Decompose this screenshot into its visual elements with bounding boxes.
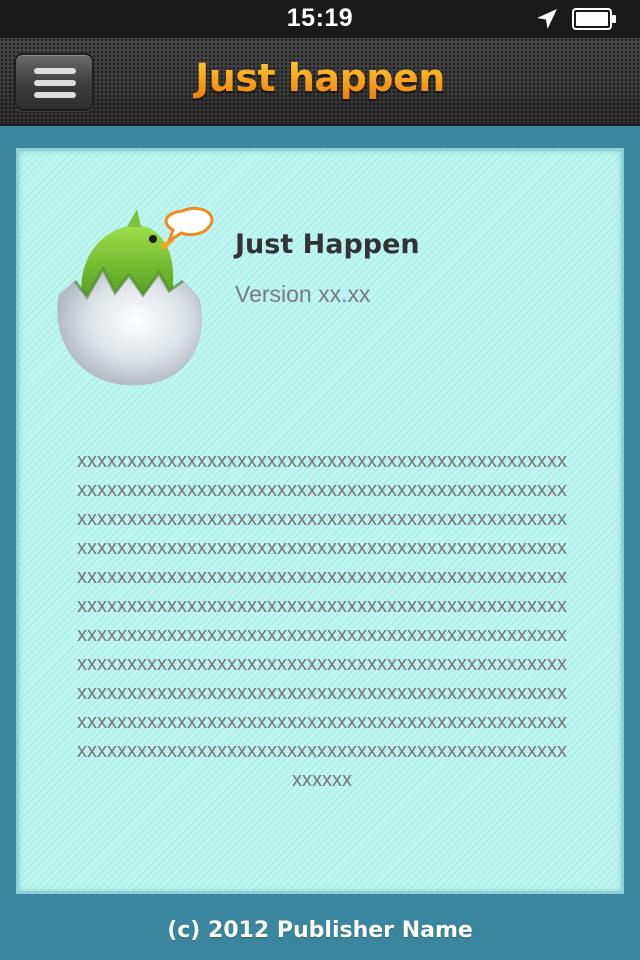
location-icon: [537, 9, 557, 29]
battery-icon: [572, 8, 616, 30]
status-bar: 15:19: [0, 0, 640, 38]
app-title: Just happen: [0, 56, 640, 100]
nav-bar: Just happen: [0, 38, 640, 126]
about-panel: Just Happen Version xx.xx xxxxxxxxxxxxxx…: [16, 148, 624, 894]
copyright-footer: (c) 2012 Publisher Name: [167, 918, 473, 943]
app-version: Version xx.xx: [235, 281, 371, 307]
app-name: Just Happen: [235, 229, 420, 260]
app-description: xxxxxxxxxxxxxxxxxxxxxxxxxxxxxxxxxxxxxxxx…: [77, 450, 567, 791]
egg-bird-icon: [57, 206, 214, 386]
